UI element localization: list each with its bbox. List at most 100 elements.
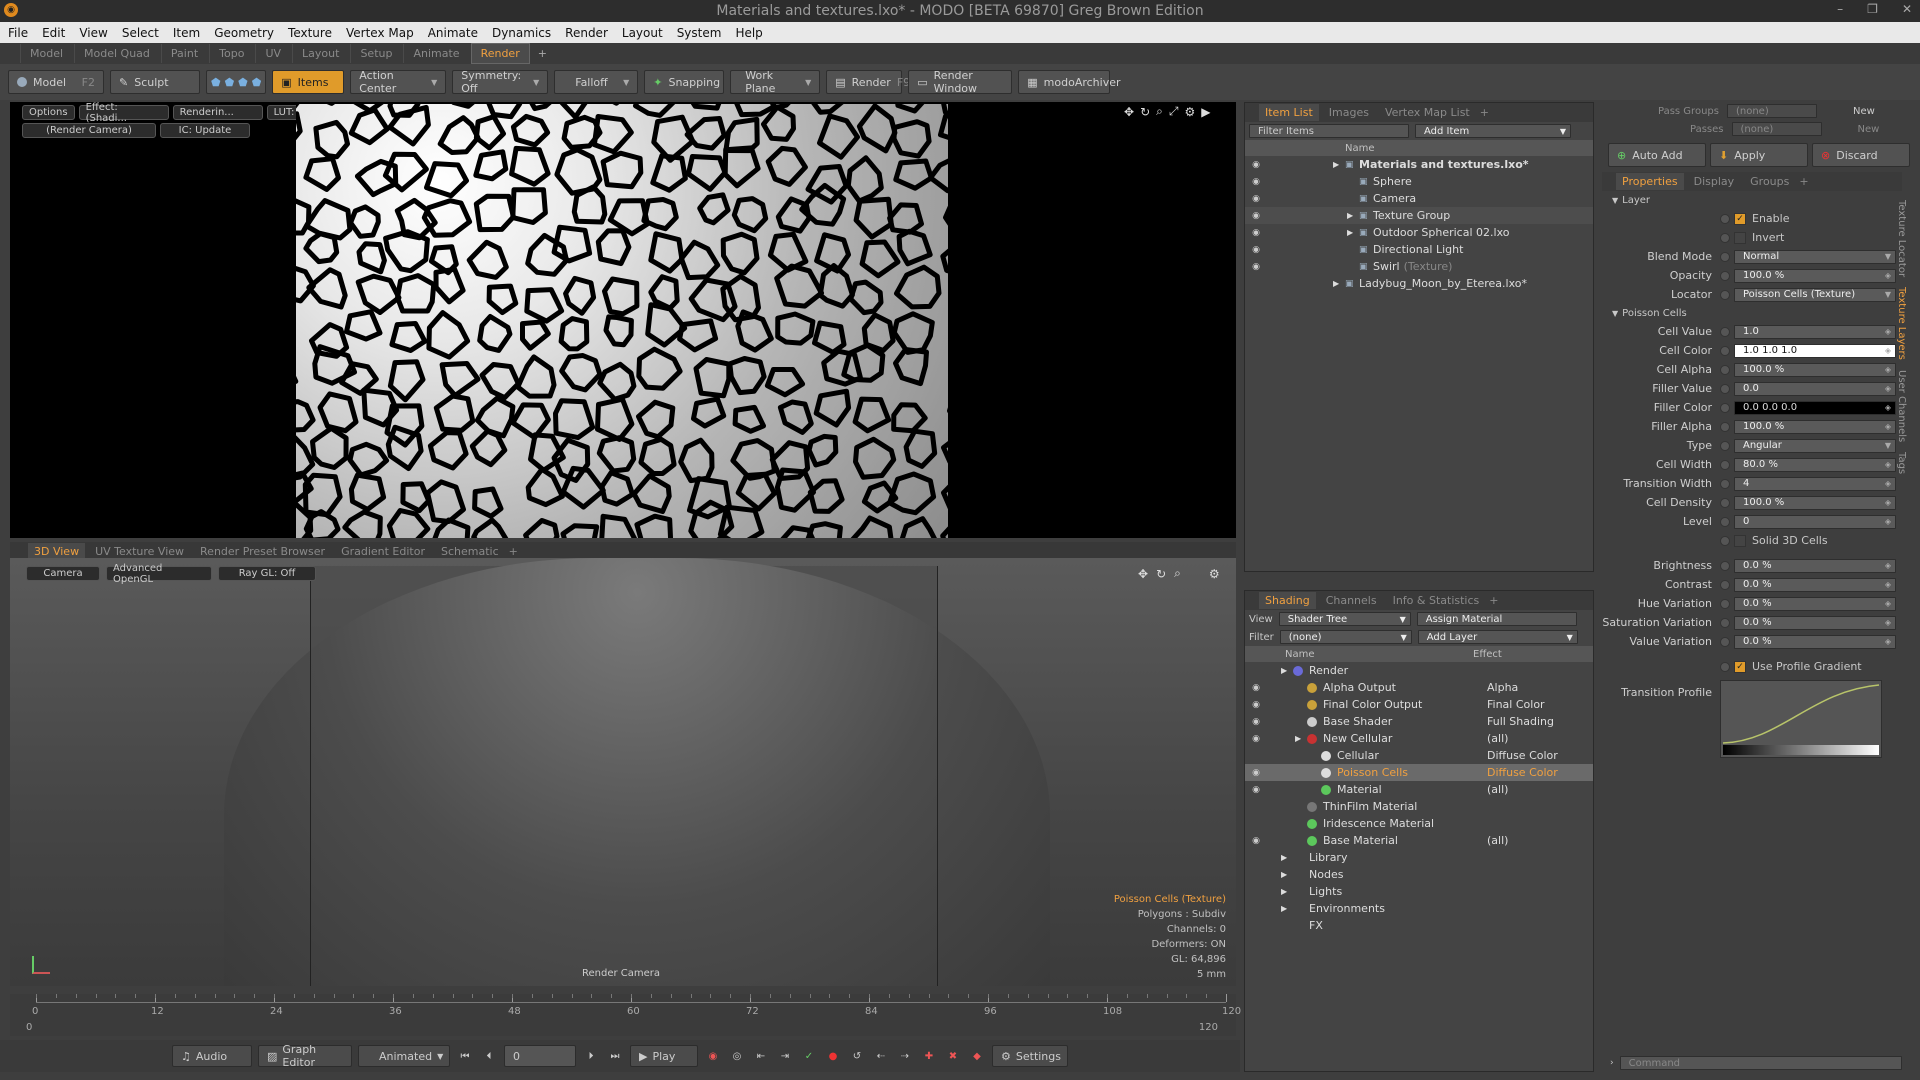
invert-checkbox[interactable]	[1734, 231, 1746, 244]
prev-frame-icon[interactable]: ⇠	[872, 1047, 890, 1065]
property-value-field[interactable]: 100.0 % ◈	[1734, 362, 1896, 377]
rotate-icon[interactable]: ↻	[1140, 105, 1150, 119]
record-icon[interactable]: ●	[824, 1047, 842, 1065]
property-value-field[interactable]: 1.0 1.0 1.0 ◈	[1734, 343, 1896, 358]
discard-button[interactable]: ⊗ Discard	[1812, 143, 1910, 167]
item-list-row[interactable]: ◉ ▣ Directional Light	[1245, 241, 1593, 258]
add-tab-icon[interactable]: +	[1489, 594, 1498, 607]
new-pass-button[interactable]: New	[1858, 124, 1880, 135]
auto-key-icon[interactable]: ◎	[728, 1047, 746, 1065]
menu-edit[interactable]: Edit	[42, 26, 65, 40]
step-back-icon[interactable]: ⏴	[480, 1047, 498, 1065]
property-value-field[interactable]: 100.0 % ◈	[1734, 419, 1896, 434]
view-dropdown[interactable]: Shader Tree ▼	[1278, 612, 1411, 626]
symmetry-dropdown[interactable]: Symmetry: Off ▼	[452, 69, 549, 95]
property-value-field[interactable]: 0.0 % ◈	[1734, 577, 1896, 592]
menu-dynamics[interactable]: Dynamics	[492, 26, 551, 40]
item-list-row[interactable]: ▶ ▣ Ladybug_Moon_by_Eterea.lxo*	[1245, 275, 1593, 292]
menu-render[interactable]: Render	[565, 26, 608, 40]
property-value-field[interactable]: Poisson Cells (Texture) ▼	[1734, 287, 1896, 302]
transition-profile-gradient[interactable]	[1720, 680, 1882, 758]
command-input[interactable]: Command	[1619, 1056, 1902, 1070]
keyframe-icon[interactable]: ✓	[800, 1047, 818, 1065]
new-pass-group-button[interactable]: New	[1853, 106, 1875, 117]
visibility-eye-icon[interactable]: ◉	[1249, 228, 1263, 238]
visibility-eye-icon[interactable]: ◉	[1249, 245, 1263, 255]
passes-dropdown[interactable]: (none)	[1731, 122, 1822, 136]
use-profile-checkbox[interactable]: ✓	[1734, 660, 1746, 673]
close-button[interactable]: ✕	[1902, 2, 1912, 16]
shader-tree-row[interactable]: ▶ Lights	[1245, 883, 1593, 900]
shading-dropdown[interactable]: Advanced OpenGL	[106, 563, 212, 585]
graph-editor-button[interactable]: ▨ Graph Editor	[258, 1043, 352, 1069]
play-button[interactable]: ▶ Play	[630, 1045, 698, 1067]
tab-item-list[interactable]: Item List	[1259, 104, 1319, 121]
property-value-field[interactable]: 0.0 % ◈	[1734, 596, 1896, 611]
visibility-eye-icon[interactable]: ◉	[1249, 717, 1263, 727]
layout-tab-model[interactable]: Model	[20, 44, 72, 63]
loop-icon[interactable]: ↺	[848, 1047, 866, 1065]
go-to-end-icon[interactable]: ⏭	[606, 1047, 624, 1065]
visibility-eye-icon[interactable]: ◉	[1249, 262, 1263, 272]
expand-icon[interactable]: ▶	[1281, 870, 1293, 879]
edges-mode-icon[interactable]: ⬟	[225, 76, 235, 89]
model-mode-button[interactable]: Model F2	[8, 70, 104, 94]
shader-tree-row[interactable]: ▶ Library	[1245, 849, 1593, 866]
side-tab-texture-locator[interactable]: Texture Locator	[1896, 200, 1907, 277]
prev-key-icon[interactable]: ⇤	[752, 1047, 770, 1065]
visibility-eye-icon[interactable]: ◉	[1249, 194, 1263, 204]
tab-channels[interactable]: Channels	[1320, 592, 1383, 609]
menu-geometry[interactable]: Geometry	[214, 26, 274, 40]
visibility-eye-icon[interactable]: ◉	[1249, 700, 1263, 710]
shader-tree-row[interactable]: ThinFilm Material	[1245, 798, 1593, 815]
property-value-field[interactable]: 100.0 % ◈	[1734, 268, 1896, 283]
shader-tree-row[interactable]: ▶ Render	[1245, 662, 1593, 679]
add-layer-dropdown[interactable]: Add Layer ▼	[1417, 630, 1578, 644]
tab-groups[interactable]: Groups	[1744, 173, 1795, 190]
item-list-row[interactable]: ◉ ▶ ▣ Outdoor Spherical 02.lxo	[1245, 224, 1593, 241]
item-list-row[interactable]: ◉ ▣ Camera	[1245, 190, 1593, 207]
filter-dropdown[interactable]: (none) ▼	[1279, 630, 1412, 644]
layout-tab-paint[interactable]: Paint	[160, 44, 207, 63]
menu-vertex-map[interactable]: Vertex Map	[346, 26, 414, 40]
solid-3d-cells-checkbox[interactable]	[1734, 534, 1746, 547]
visibility-eye-icon[interactable]: ◉	[1249, 160, 1263, 170]
property-value-field[interactable]: 100.0 % ◈	[1734, 495, 1896, 510]
key-add-icon[interactable]: ✚	[920, 1047, 938, 1065]
visibility-eye-icon[interactable]: ◉	[1249, 734, 1263, 744]
next-key-icon[interactable]: ⇥	[776, 1047, 794, 1065]
timeline[interactable]: 0 12 24 36 48 60 72 84 96 108 120 0 120	[10, 994, 1241, 1036]
layout-tab-setup[interactable]: Setup	[350, 44, 401, 63]
expand-icon[interactable]: ▶	[1333, 279, 1345, 288]
expand-icon[interactable]: ▶	[1295, 734, 1307, 743]
menu-animate[interactable]: Animate	[428, 26, 478, 40]
shader-tree-row[interactable]: ▶ Nodes	[1245, 866, 1593, 883]
property-value-field[interactable]: 0.0 % ◈	[1734, 615, 1896, 630]
settings-button[interactable]: ⚙ Settings	[992, 1045, 1068, 1067]
assign-material-button[interactable]: Assign Material	[1416, 612, 1577, 626]
add-tab-icon[interactable]: +	[1799, 175, 1808, 188]
apply-button[interactable]: ⬇ Apply	[1710, 143, 1808, 167]
property-value-field[interactable]: 1.0 ◈	[1734, 324, 1896, 339]
materials-mode-icon[interactable]: ⬟	[252, 76, 262, 89]
items-mode-button[interactable]: ▣ Items	[272, 70, 345, 94]
side-tab-tags[interactable]: Tags	[1896, 452, 1907, 474]
add-item-dropdown[interactable]: Add Item ▼	[1415, 124, 1571, 138]
shader-tree-row[interactable]: ◉ Poisson Cells Diffuse Color	[1245, 764, 1593, 781]
gear-icon[interactable]: ⚙	[1184, 105, 1195, 119]
vertices-mode-icon[interactable]: ⬟	[211, 76, 221, 89]
render-options-button[interactable]: Options	[22, 105, 75, 120]
menu-view[interactable]: View	[79, 26, 107, 40]
menu-item[interactable]: Item	[173, 26, 200, 40]
shader-tree-row[interactable]: Cellular Diffuse Color	[1245, 747, 1593, 764]
layout-tab-model-quad[interactable]: Model Quad	[74, 44, 159, 63]
key-icon[interactable]: ◉	[704, 1047, 722, 1065]
property-value-field[interactable]: 0.0 ◈	[1734, 381, 1896, 396]
ic-update-dropdown[interactable]: IC: Update	[160, 123, 250, 138]
expand-icon[interactable]: ▶	[1281, 904, 1293, 913]
auto-add-button[interactable]: ⊕ Auto Add	[1608, 143, 1706, 167]
snapping-button[interactable]: ✦ Snapping	[644, 70, 725, 94]
add-tab-icon[interactable]: +	[509, 545, 518, 558]
side-tab-user-channels[interactable]: User Channels	[1896, 370, 1907, 442]
menu-system[interactable]: System	[677, 26, 722, 40]
